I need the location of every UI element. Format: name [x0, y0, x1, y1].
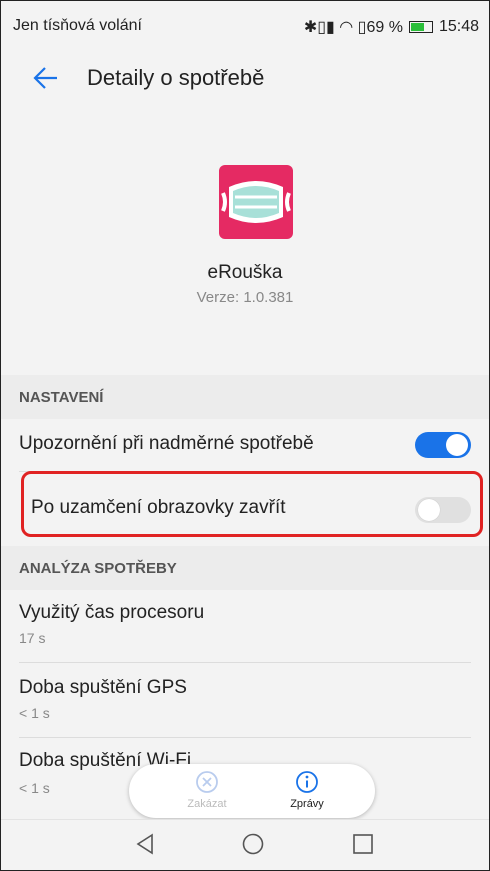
status-bar: Jen tísňová volání ✱▯▮ ◠ ▯69 % 15:48: [1, 1, 489, 53]
status-icons: ✱▯▮ ◠ ▯69 % 15:48: [304, 17, 479, 37]
close-circle-icon: [196, 771, 218, 793]
highlight-annotation: [21, 471, 483, 537]
nav-home-icon[interactable]: [241, 832, 265, 856]
clock: 15:48: [438, 18, 479, 35]
section-header-analysis: ANALÝZA SPOTŘEBY: [1, 546, 489, 590]
app-name: eRouška: [207, 262, 283, 283]
info-label: Zprávy: [290, 798, 324, 810]
section-title: ANALÝZA SPOTŘEBY: [19, 560, 177, 577]
analysis-value: 17 s: [19, 630, 46, 646]
action-pill: Zakázat Zprávy: [129, 764, 375, 818]
page-title: Detaily o spotřebě: [87, 65, 265, 90]
status-icons-text: ✱▯▮ ◠ ▯69 %: [303, 19, 403, 36]
analysis-value: < 1 s: [19, 780, 50, 796]
setting-row-overuse-alert[interactable]: Upozornění při nadměrné spotřebě: [1, 419, 489, 471]
disable-button[interactable]: Zakázat: [157, 768, 257, 816]
analysis-label: Doba spuštění GPS: [19, 677, 187, 698]
overuse-alert-toggle[interactable]: [415, 432, 471, 458]
arrow-left-icon[interactable]: [31, 63, 61, 93]
section-header-settings: NASTAVENÍ: [1, 375, 489, 419]
disable-label: Zakázat: [187, 798, 227, 810]
phone-screen: Jen tísňová volání ✱▯▮ ◠ ▯69 % 15:48 Det…: [0, 0, 490, 871]
app-icon: [219, 165, 293, 239]
carrier-label: Jen tísňová volání: [13, 17, 142, 34]
analysis-label: Využitý čas procesoru: [19, 602, 205, 623]
info-button[interactable]: Zprávy: [257, 768, 357, 816]
analysis-row-gps[interactable]: Doba spuštění GPS < 1 s: [1, 663, 489, 737]
top-app-bar: Detaily o spotřebě: [1, 53, 489, 105]
analysis-row-cpu[interactable]: Využitý čas procesoru 17 s: [1, 590, 489, 662]
app-info-card: eRouška Verze: 1.0.381: [1, 119, 489, 367]
app-version: Verze: 1.0.381: [196, 289, 294, 306]
nav-back-icon[interactable]: [133, 832, 157, 856]
setting-label: Upozornění při nadměrné spotřebě: [19, 433, 314, 454]
toggle-knob: [446, 434, 468, 456]
analysis-value: < 1 s: [19, 705, 50, 721]
section-title: NASTAVENÍ: [19, 389, 104, 406]
info-circle-icon: [296, 771, 318, 793]
face-mask-icon: [221, 181, 291, 223]
system-nav-bar: [1, 819, 489, 870]
nav-recents-icon[interactable]: [351, 832, 375, 856]
battery-icon: [408, 21, 433, 33]
